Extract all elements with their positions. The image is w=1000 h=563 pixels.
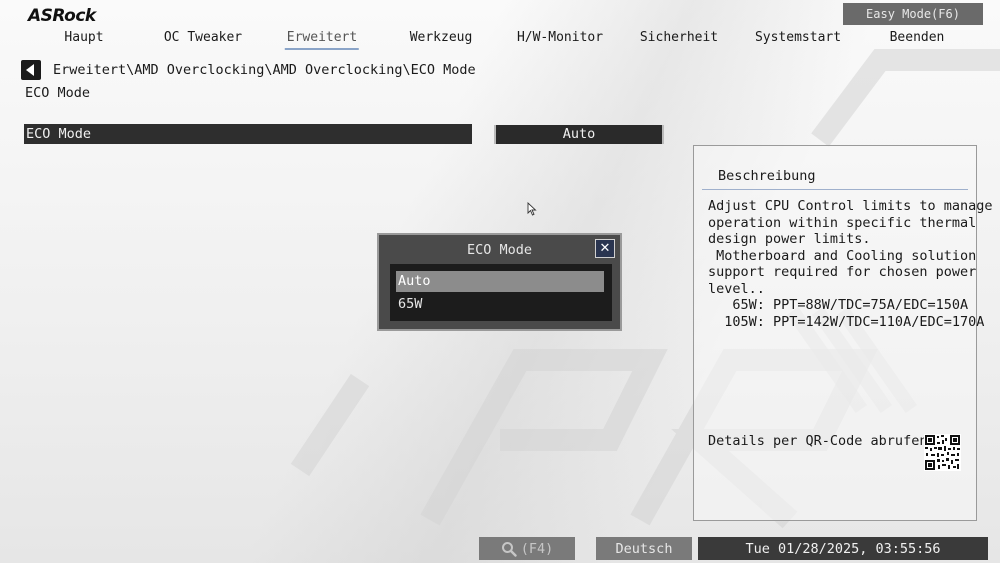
description-panel: Beschreibung Adjust CPU Control limits t… (693, 145, 992, 521)
option-65w[interactable]: 65W (396, 294, 604, 315)
option-list: Auto 65W (390, 264, 612, 321)
description-title: Beschreibung (718, 168, 816, 184)
main-tabs: Haupt OC Tweaker Erweitert Werkzeug H/W-… (0, 30, 1000, 50)
mouse-cursor-icon (527, 202, 537, 216)
dialog-title: ECO Mode (466, 242, 533, 258)
arrow-left-icon (26, 64, 34, 76)
tab-haupt[interactable]: Haupt (64, 30, 103, 45)
tab-hw-monitor[interactable]: H/W-Monitor (517, 30, 603, 45)
search-icon (501, 541, 517, 557)
tab-werkzeug[interactable]: Werkzeug (410, 30, 473, 45)
description-text: Adjust CPU Control limits to manage oper… (708, 198, 993, 330)
page-title: ECO Mode (25, 85, 91, 101)
back-button[interactable] (21, 60, 41, 80)
language-button[interactable]: Deutsch (596, 537, 692, 560)
search-shortcut-label: (F4) (520, 540, 554, 557)
easy-mode-button[interactable]: Easy Mode(F6) (843, 3, 983, 25)
tab-systemstart[interactable]: Systemstart (755, 30, 841, 45)
eco-mode-setting-value[interactable]: Auto (494, 125, 664, 144)
tab-erweitert[interactable]: Erweitert (284, 30, 360, 50)
tab-oc-tweaker[interactable]: OC Tweaker (164, 30, 242, 45)
qr-code-icon (924, 434, 961, 471)
qr-code-label: Details per QR-Code abrufen (708, 433, 928, 449)
eco-mode-dialog: ECO Mode ✕ Auto 65W (377, 233, 622, 331)
option-auto[interactable]: Auto (396, 271, 604, 292)
datetime-display: Tue 01/28/2025, 03:55:56 (698, 537, 988, 560)
description-divider (702, 189, 968, 190)
eco-mode-setting-label[interactable]: ECO Mode (24, 124, 472, 144)
asrock-logo: ASRock (28, 6, 96, 26)
close-icon[interactable]: ✕ (595, 239, 615, 258)
breadcrumb: Erweitert\AMD Overclocking\AMD Overclock… (53, 62, 476, 78)
tab-beenden[interactable]: Beenden (890, 30, 945, 45)
tab-sicherheit[interactable]: Sicherheit (640, 30, 718, 45)
search-button[interactable]: (F4) (479, 537, 575, 560)
